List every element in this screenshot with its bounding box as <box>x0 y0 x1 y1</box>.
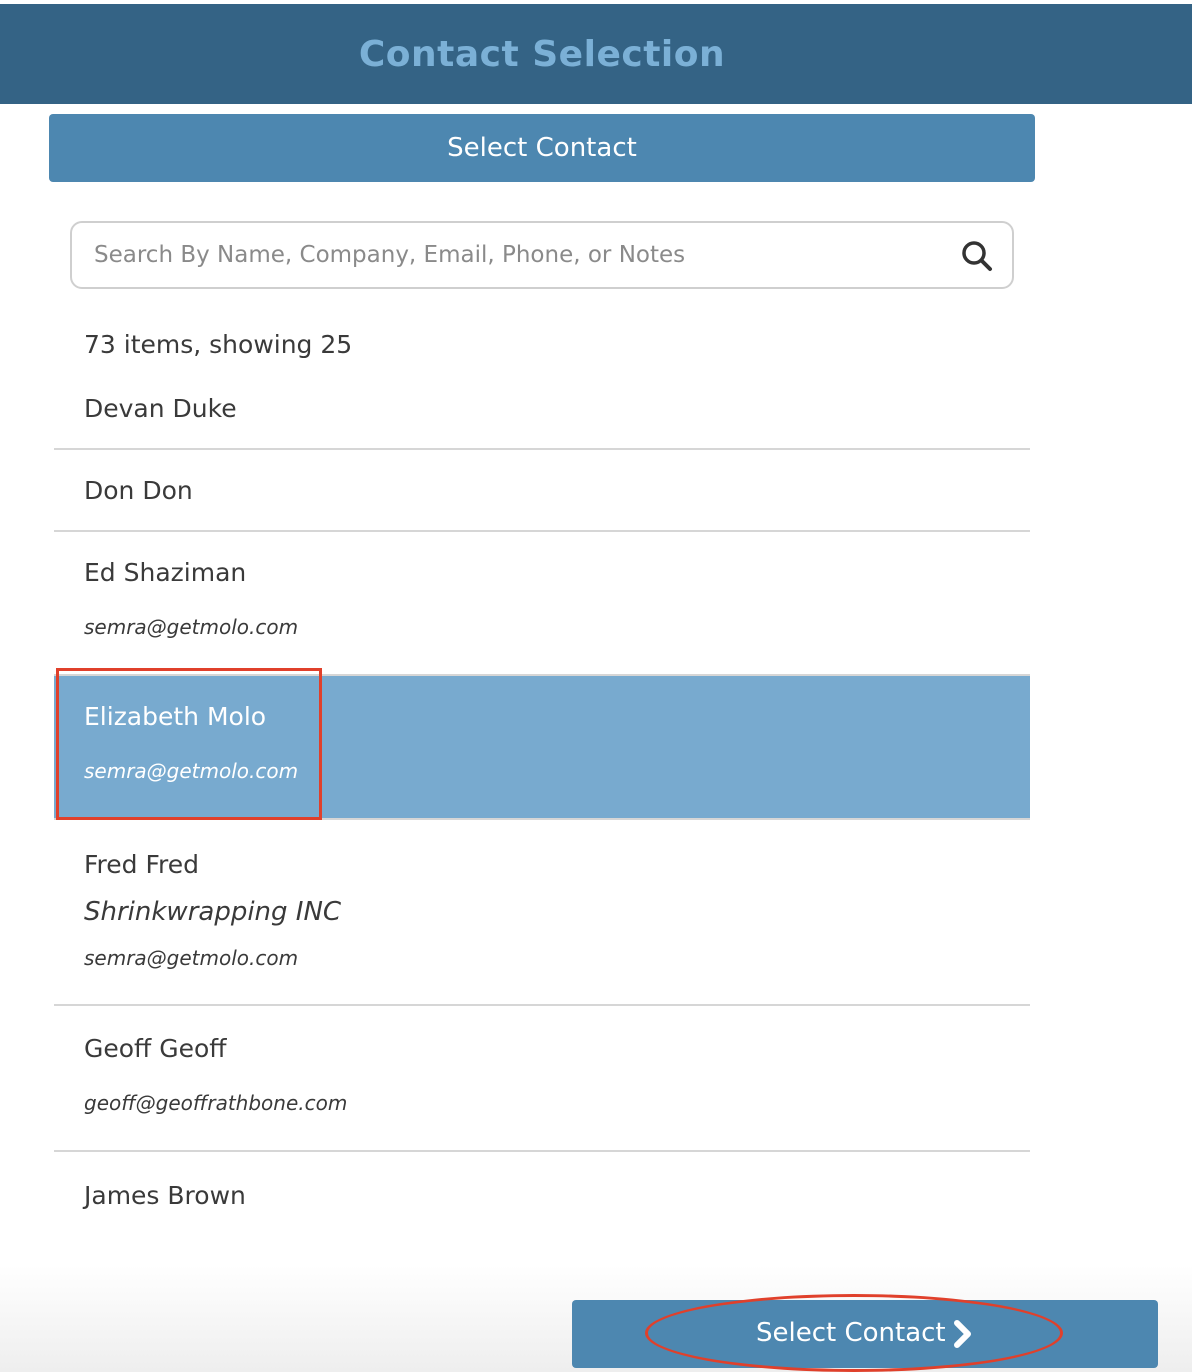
result-count: 73 items, showing 25 <box>84 330 353 359</box>
contact-name: Don Don <box>84 476 193 505</box>
contact-name: Ed Shaziman <box>84 558 247 587</box>
highlight-annotation-ellipse <box>645 1294 1063 1372</box>
contact-name: Devan Duke <box>84 394 237 423</box>
contact-email: semra@getmolo.com <box>84 946 299 970</box>
page-title: Contact Selection <box>358 34 726 75</box>
select-contact-header-button[interactable]: Select Contact <box>49 114 1035 182</box>
contact-list-item[interactable]: Devan Duke <box>54 380 1030 448</box>
contact-name: Geoff Geoff <box>84 1034 227 1063</box>
contact-list-item[interactable]: Fred Fred Shrinkwrapping INC semra@getmo… <box>54 820 1030 1004</box>
search-icon[interactable] <box>960 239 994 273</box>
contact-company: Shrinkwrapping INC <box>84 897 342 927</box>
search-input[interactable] <box>94 235 934 275</box>
search-box[interactable] <box>70 221 1014 289</box>
highlight-annotation-rect <box>56 668 322 820</box>
header-bar: Contact Selection <box>0 4 1192 104</box>
contact-email: semra@getmolo.com <box>84 615 299 639</box>
contact-list-item[interactable]: Ed Shaziman semra@getmolo.com <box>54 532 1030 674</box>
contact-email: geoff@geoffrathbone.com <box>84 1091 348 1115</box>
contact-name: James Brown <box>84 1181 246 1210</box>
contact-list-item[interactable]: Don Don <box>54 450 1030 530</box>
contact-name: Fred Fred <box>84 850 200 879</box>
contact-list-item[interactable]: James Brown <box>54 1152 1030 1252</box>
contact-list-item[interactable]: Geoff Geoff geoff@geoffrathbone.com <box>54 1006 1030 1148</box>
